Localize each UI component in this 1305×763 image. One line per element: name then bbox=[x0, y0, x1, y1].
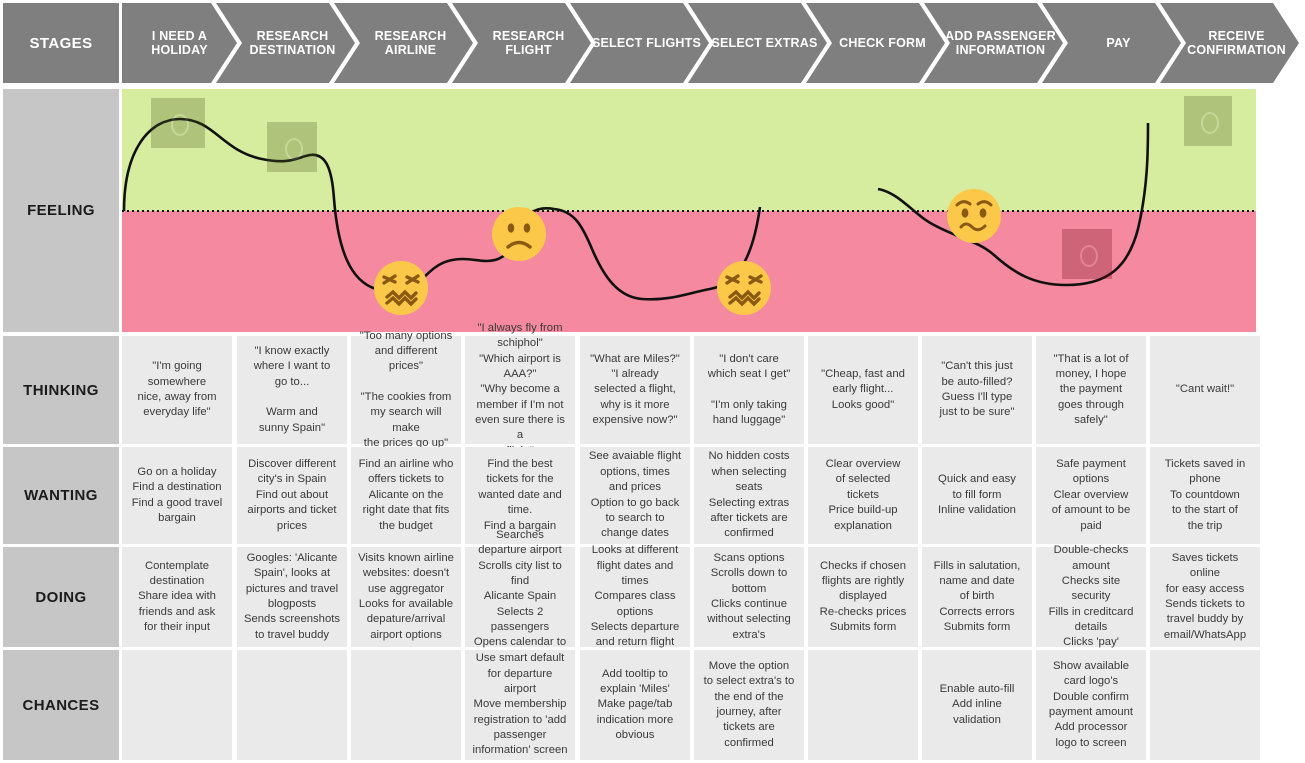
stage-chevron-label: I NEED A HOLIDAY bbox=[151, 29, 208, 57]
cell-doing-4[interactable]: Looks at different flight dates and time… bbox=[580, 544, 690, 648]
cell-doing-8[interactable]: Double-checks amount Checks site securit… bbox=[1036, 544, 1146, 648]
confounded-face-icon-2 bbox=[717, 261, 771, 315]
cell-doing-3[interactable]: Searches departure airport Scrolls city … bbox=[465, 529, 575, 664]
cell-chances-4[interactable]: Add tooltip to explain 'Miles' Make page… bbox=[580, 650, 690, 760]
cell-thinking-8[interactable]: "That is a lot of money, I hope the paym… bbox=[1036, 336, 1146, 444]
stage-chevron-label: ADD PASSENGER INFORMATION bbox=[945, 29, 1056, 57]
stage-chevron-label: SELECT EXTRAS bbox=[711, 36, 818, 50]
worried-woozy-face-icon bbox=[947, 189, 1001, 243]
cell-wanting-8[interactable]: Safe payment options Clear overview of a… bbox=[1036, 447, 1146, 544]
cell-thinking-1[interactable]: "I know exactly where I want to go to...… bbox=[237, 336, 347, 444]
cell-chances-3[interactable]: Use smart default for departure airport … bbox=[465, 650, 575, 760]
cell-wanting-5[interactable]: No hidden costs when selecting seats Sel… bbox=[694, 447, 804, 544]
cell-chances-9[interactable] bbox=[1150, 650, 1260, 760]
cell-chances-1[interactable] bbox=[237, 650, 347, 760]
cell-wanting-1[interactable]: Discover different city's in Spain Find … bbox=[237, 447, 347, 544]
cell-chances-7[interactable]: Enable auto-fill Add inline validation bbox=[922, 650, 1032, 760]
customer-journey-map: STAGES I NEED A HOLIDAY RESEARCH DESTINAT… bbox=[0, 0, 1305, 763]
stage-chevron-label: CHECK FORM bbox=[839, 36, 926, 50]
cell-wanting-4[interactable]: See avaiable flight options, times and p… bbox=[580, 447, 690, 544]
stage-chevron-label: PAY bbox=[1106, 36, 1131, 50]
cell-doing-0[interactable]: Contemplate destination Share idea with … bbox=[122, 547, 232, 647]
cell-thinking-5[interactable]: "I don't care which seat I get" "I'm onl… bbox=[694, 336, 804, 444]
cell-chances-5[interactable]: Move the option to select extra's to the… bbox=[694, 650, 804, 760]
cell-doing-5[interactable]: Scans options Scrolls down to bottom Cli… bbox=[694, 547, 804, 647]
photo-placeholder-3 bbox=[1062, 229, 1112, 279]
cell-chances-8[interactable]: Show available card logo's Double confir… bbox=[1036, 650, 1146, 760]
row-label-stages: STAGES bbox=[3, 3, 119, 83]
row-wanting: Go on a holiday Find a destination Find … bbox=[0, 447, 1305, 544]
stage-chevron-label: RESEARCH DESTINATION bbox=[249, 29, 336, 57]
feeling-band bbox=[122, 89, 1256, 332]
cell-chances-6[interactable] bbox=[808, 650, 918, 760]
cell-doing-9[interactable]: Saves tickets online for easy access Sen… bbox=[1150, 547, 1260, 647]
frowning-face-icon bbox=[492, 207, 546, 261]
photo-placeholder-4 bbox=[1184, 96, 1232, 146]
cell-wanting-9[interactable]: Tickets saved in phone To countdown to t… bbox=[1150, 447, 1260, 544]
cell-chances-0[interactable] bbox=[122, 650, 232, 760]
cell-doing-7[interactable]: Fills in salutation, name and date of bi… bbox=[922, 547, 1032, 647]
stage-chevron-label: RESEARCH AIRLINE bbox=[374, 29, 447, 57]
stage-chevron-label: RECEIVE CONFIRMATION bbox=[1187, 29, 1286, 57]
cell-thinking-3[interactable]: "I always fly from schiphol" "Which airp… bbox=[465, 322, 575, 457]
row-label-stages-text: STAGES bbox=[29, 34, 93, 52]
cell-thinking-9[interactable]: "Cant wait!" bbox=[1150, 336, 1260, 444]
cell-wanting-0[interactable]: Go on a holiday Find a destination Find … bbox=[122, 447, 232, 544]
stage-chevron-label: RESEARCH FLIGHT bbox=[492, 29, 565, 57]
cell-doing-6[interactable]: Checks if chosen flights are rightly dis… bbox=[808, 547, 918, 647]
cell-thinking-0[interactable]: "I'm going somewhere nice, away from eve… bbox=[122, 336, 232, 444]
row-thinking: "I'm going somewhere nice, away from eve… bbox=[0, 322, 1305, 457]
cell-doing-2[interactable]: Visits known airline websites: doesn't u… bbox=[351, 547, 461, 647]
stage-chevron-0[interactable]: I NEED A HOLIDAY bbox=[122, 3, 237, 83]
photo-placeholder-2 bbox=[267, 122, 317, 172]
cell-doing-1[interactable]: Googles: 'Alicante Spain', looks at pict… bbox=[237, 547, 347, 647]
cell-thinking-7[interactable]: "Can't this just be auto-filled? Guess I… bbox=[922, 336, 1032, 444]
stage-chevron-label: SELECT FLIGHTS bbox=[591, 36, 702, 50]
cell-wanting-6[interactable]: Clear overview of selected tickets Price… bbox=[808, 447, 918, 544]
cell-thinking-4[interactable]: "What are Miles?" "I already selected a … bbox=[580, 336, 690, 444]
stages-header-row: STAGES I NEED A HOLIDAY RESEARCH DESTINAT… bbox=[0, 3, 1305, 83]
row-label-feeling: FEELING bbox=[3, 89, 119, 332]
cell-chances-2[interactable] bbox=[351, 650, 461, 760]
confounded-face-icon-1 bbox=[374, 261, 428, 315]
cell-wanting-2[interactable]: Find an airline who offers tickets to Al… bbox=[351, 447, 461, 544]
photo-placeholder-1 bbox=[151, 98, 205, 148]
row-doing: Contemplate destination Share idea with … bbox=[0, 529, 1305, 664]
row-chances: Use smart default for departure airport … bbox=[0, 650, 1305, 760]
cell-thinking-6[interactable]: "Cheap, fast and early flight... Looks g… bbox=[808, 336, 918, 444]
cell-thinking-2[interactable]: "Too many options and different prices" … bbox=[351, 330, 461, 449]
cell-wanting-7[interactable]: Quick and easy to fill form Inline valid… bbox=[922, 447, 1032, 544]
row-label-feeling-text: FEELING bbox=[27, 202, 95, 219]
